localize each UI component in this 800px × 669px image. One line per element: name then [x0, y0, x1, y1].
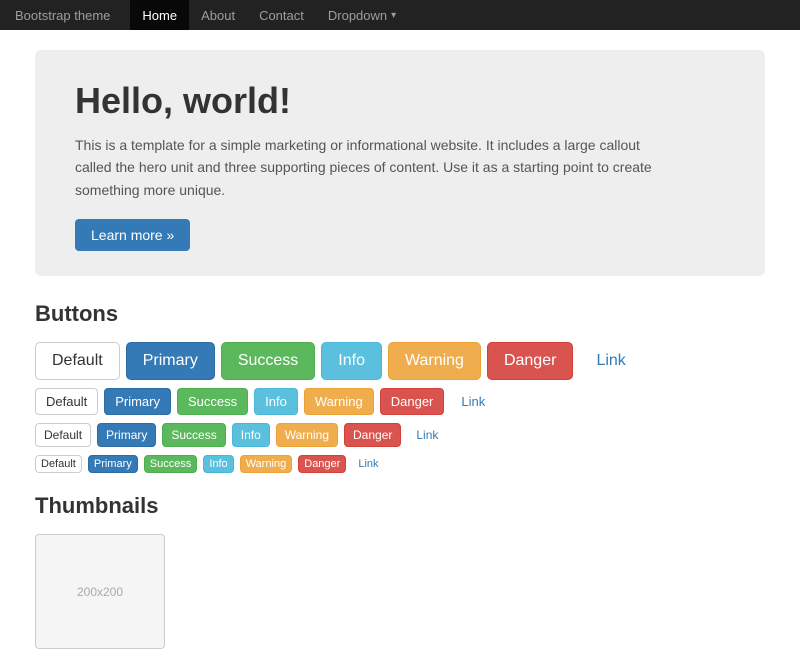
thumbnail-item[interactable]: 200x200 — [35, 534, 165, 649]
btn-row-large: Default Primary Success Info Warning Dan… — [35, 342, 765, 380]
navbar-brand[interactable]: Bootstrap theme — [15, 8, 110, 23]
hero-heading: Hello, world! — [75, 80, 725, 122]
navbar: Bootstrap theme Home About Contact Dropd… — [0, 0, 800, 30]
btn-warning-lg[interactable]: Warning — [388, 342, 481, 380]
btn-default-lg[interactable]: Default — [35, 342, 120, 380]
nav-item-dropdown[interactable]: Dropdown ▾ — [316, 0, 408, 30]
btn-link-lg[interactable]: Link — [579, 342, 642, 380]
hero-description: This is a template for a simple marketin… — [75, 134, 675, 201]
btn-primary-md[interactable]: Primary — [104, 388, 171, 415]
btn-primary-lg[interactable]: Primary — [126, 342, 215, 380]
btn-primary-xs[interactable]: Primary — [88, 455, 138, 473]
thumbnails-section: Thumbnails 200x200 — [35, 493, 765, 649]
nav-item-about[interactable]: About — [189, 0, 247, 30]
learn-more-button[interactable]: Learn more » — [75, 219, 190, 251]
btn-danger-xs[interactable]: Danger — [298, 455, 346, 473]
btn-default-md[interactable]: Default — [35, 388, 98, 415]
btn-primary-sm[interactable]: Primary — [97, 423, 156, 447]
btn-info-xs[interactable]: Info — [203, 455, 233, 473]
nav-item-contact[interactable]: Contact — [247, 0, 316, 30]
btn-row-medium: Default Primary Success Info Warning Dan… — [35, 388, 765, 415]
chevron-down-icon: ▾ — [391, 10, 396, 21]
btn-success-md[interactable]: Success — [177, 388, 248, 415]
btn-warning-sm[interactable]: Warning — [276, 423, 338, 447]
btn-row-small: Default Primary Success Info Warning Dan… — [35, 423, 765, 447]
btn-info-md[interactable]: Info — [254, 388, 298, 415]
main-content: Hello, world! This is a template for a s… — [20, 30, 780, 669]
btn-link-xs[interactable]: Link — [352, 455, 384, 473]
hero-unit: Hello, world! This is a template for a s… — [35, 50, 765, 276]
thumbnail-label: 200x200 — [77, 585, 123, 599]
buttons-section: Buttons Default Primary Success Info War… — [35, 301, 765, 473]
nav-items: Home About Contact Dropdown ▾ — [130, 0, 408, 30]
btn-warning-md[interactable]: Warning — [304, 388, 374, 415]
btn-default-sm[interactable]: Default — [35, 423, 91, 447]
nav-item-home[interactable]: Home — [130, 0, 189, 30]
btn-danger-md[interactable]: Danger — [380, 388, 445, 415]
btn-info-lg[interactable]: Info — [321, 342, 382, 380]
thumbnails-section-title: Thumbnails — [35, 493, 765, 519]
buttons-section-title: Buttons — [35, 301, 765, 327]
btn-row-xsmall: Default Primary Success Info Warning Dan… — [35, 455, 765, 473]
btn-default-xs[interactable]: Default — [35, 455, 82, 473]
btn-success-lg[interactable]: Success — [221, 342, 315, 380]
btn-success-sm[interactable]: Success — [162, 423, 225, 447]
btn-warning-xs[interactable]: Warning — [240, 455, 293, 473]
btn-info-sm[interactable]: Info — [232, 423, 270, 447]
btn-success-xs[interactable]: Success — [144, 455, 198, 473]
btn-danger-lg[interactable]: Danger — [487, 342, 573, 380]
btn-link-md[interactable]: Link — [450, 388, 496, 415]
btn-link-sm[interactable]: Link — [407, 423, 447, 447]
btn-danger-sm[interactable]: Danger — [344, 423, 401, 447]
